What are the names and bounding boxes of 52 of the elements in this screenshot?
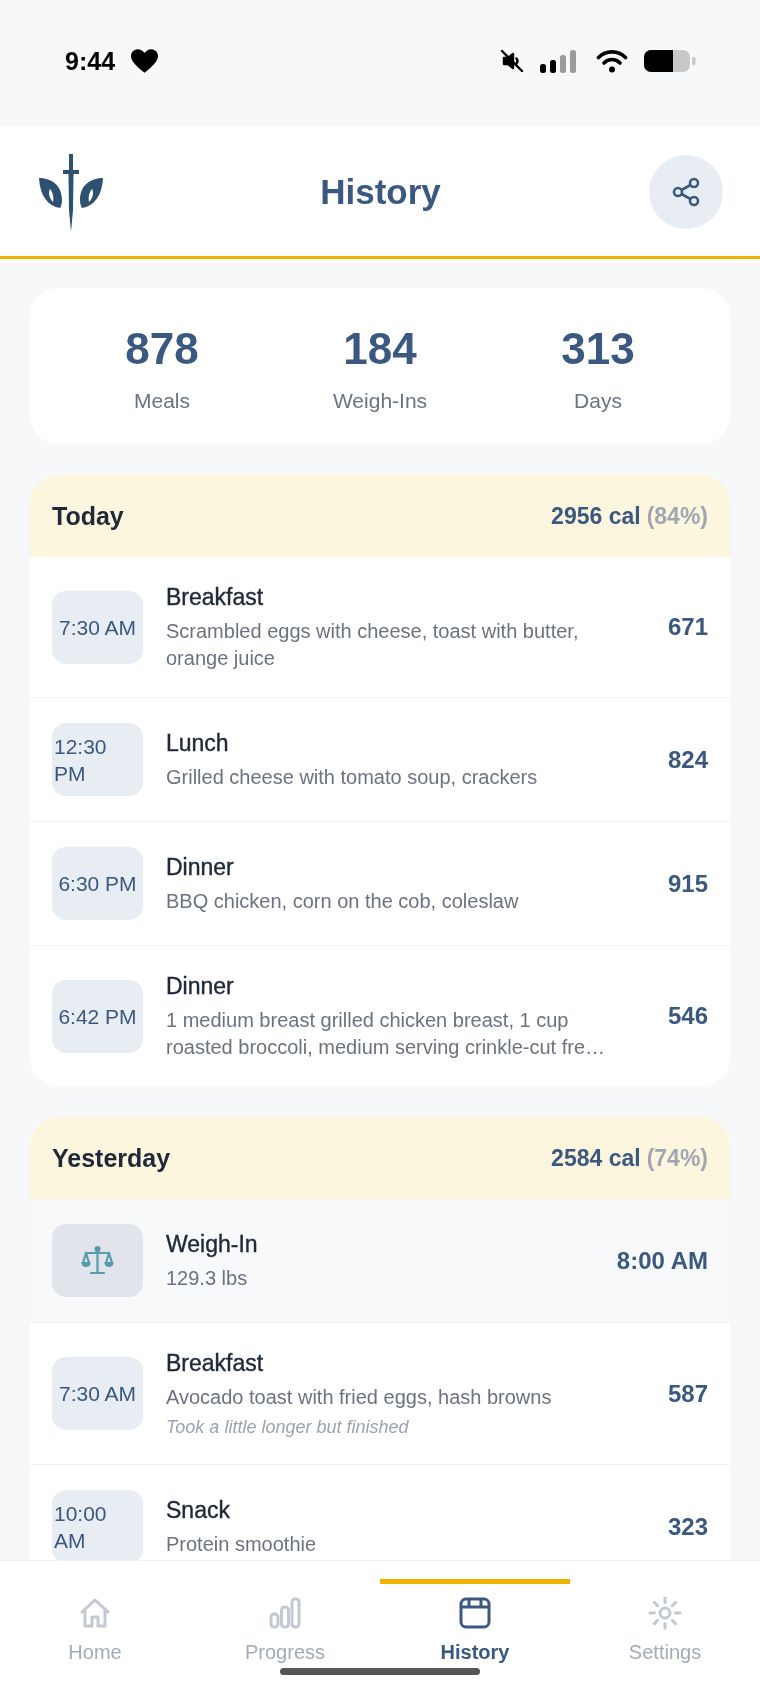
entry-description: Avocado toast with fried eggs, hash browns (166, 1385, 552, 1410)
status-time: 9:44 (65, 46, 116, 76)
entry-title: Lunch (166, 729, 229, 758)
time-label: 7:30 AM (52, 590, 143, 664)
muted-speaker-icon (500, 49, 524, 73)
calorie-count: 671 (666, 613, 708, 641)
time-label: 7:30 AM (52, 1357, 143, 1430)
entry-description: 1 medium breast grilled chicken breast, 1 cup roasted broccoli, medium serving crinkle-cut fre… (166, 1008, 607, 1060)
stat-value: 184 (343, 324, 417, 374)
entry-note: Took a little longer but finished (166, 1416, 409, 1439)
entry-title: Snack (166, 1496, 230, 1525)
entry-title: Breakfast (166, 1349, 264, 1378)
stat-label: Weigh-Ins (332, 388, 428, 414)
entry-title: Dinner (166, 972, 234, 1001)
entry-description: Protein smoothie (166, 1532, 317, 1557)
share-icon (671, 176, 701, 207)
battery-icon (644, 49, 696, 73)
entry-title: Breakfast (166, 583, 264, 612)
entry-title: Weigh-In (166, 1230, 258, 1259)
calorie-count: 824 (666, 745, 708, 774)
calendar-icon (457, 1595, 493, 1631)
scale-icon (52, 1224, 143, 1297)
entry-title: Dinner (166, 853, 234, 882)
time-label: 6:42 PM (52, 979, 143, 1053)
page-title: History (320, 171, 441, 212)
calorie-total: 2584 cal (551, 1144, 641, 1172)
bar-chart-icon (267, 1595, 303, 1631)
entry-description: BBQ chicken, corn on the cob, coleslaw (166, 889, 519, 914)
calorie-count: 546 (666, 1002, 708, 1030)
stat-value: 878 (125, 324, 199, 374)
stat-label: Days (574, 388, 622, 414)
calorie-count: 587 (666, 1379, 708, 1408)
wifi-icon (596, 49, 628, 73)
stat-value: 313 (561, 324, 635, 374)
weigh-in-time: 8:00 AM (616, 1246, 708, 1275)
calorie-count: 915 (666, 869, 708, 898)
weigh-in-row[interactable]: Weigh-In 129.3 lbs 8:00 AM (30, 1199, 730, 1322)
calorie-percent: (84%) (646, 502, 708, 530)
entry-description: 129.3 lbs (166, 1266, 248, 1291)
entry-description: Scrambled eggs with cheese, toast with butter, orange juice (166, 619, 580, 671)
settings-icon (647, 1595, 683, 1631)
entry-description: Grilled cheese with tomato soup, crackers (166, 765, 538, 790)
time-label: 12:30 PM (52, 723, 143, 796)
day-label: Yesterday (52, 1143, 171, 1173)
stat-label: Meals (134, 388, 190, 414)
calorie-count: 323 (666, 1512, 708, 1541)
time-label: 10:00 AM (52, 1490, 143, 1560)
day-label: Today (52, 501, 124, 531)
calorie-percent: (74%) (646, 1144, 708, 1172)
heart-icon (131, 49, 159, 73)
calorie-total: 2956 cal (551, 502, 641, 530)
time-label: 6:30 PM (52, 847, 143, 920)
